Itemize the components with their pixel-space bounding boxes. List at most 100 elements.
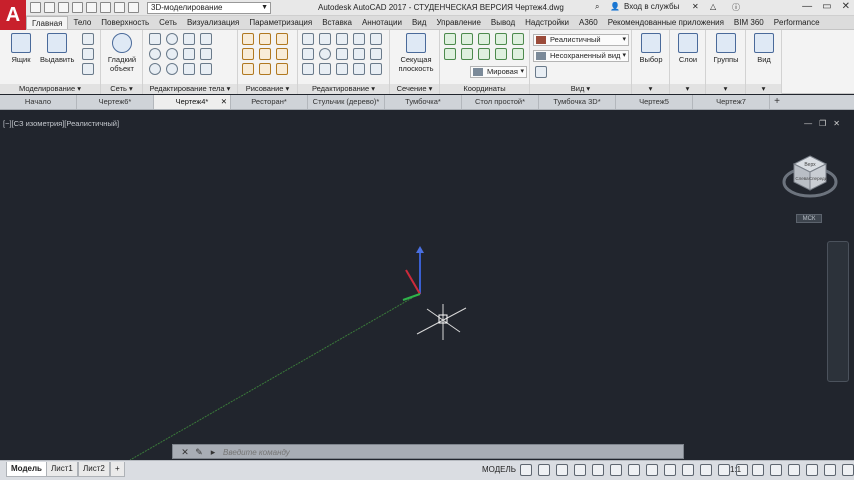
ucs-object-icon[interactable] [478, 48, 490, 60]
annotation-visibility-icon[interactable] [718, 464, 730, 476]
wrench-icon[interactable]: ✎ [194, 447, 204, 457]
smooth-object-button[interactable]: Гладкий объект [104, 33, 140, 73]
align-icon[interactable] [353, 33, 365, 45]
ribbon-tab[interactable]: Главная [26, 16, 69, 29]
union-icon[interactable] [149, 33, 161, 45]
line-icon[interactable] [242, 33, 254, 45]
command-input[interactable] [223, 447, 678, 457]
loft-icon[interactable] [82, 63, 94, 75]
selection-filter-icon[interactable] [682, 464, 694, 476]
trim-icon[interactable] [353, 48, 365, 60]
revolve-icon[interactable] [82, 48, 94, 60]
imprint-icon[interactable] [200, 48, 212, 60]
file-tab[interactable]: Чертеж6* [77, 95, 154, 109]
spline-icon[interactable] [242, 48, 254, 60]
file-tab[interactable]: Стол простой* [462, 95, 539, 109]
file-tab[interactable]: Ресторан* [231, 95, 308, 109]
ucs-y-icon[interactable] [495, 33, 507, 45]
navigation-bar[interactable] [827, 241, 849, 382]
ortho-icon[interactable] [556, 464, 568, 476]
panel-label-view[interactable]: Вид ▾ [530, 84, 631, 94]
file-tab[interactable]: Тумбочка* [385, 95, 462, 109]
ucs-x-icon[interactable] [478, 33, 490, 45]
workspace-select[interactable]: 3D-моделирование ▼ [147, 2, 271, 14]
offset-icon[interactable] [302, 48, 314, 60]
3d-scale-icon[interactable] [370, 33, 382, 45]
ribbon-tab[interactable]: Надстройки [520, 16, 574, 29]
shell-icon[interactable] [183, 63, 195, 75]
panel-label-section[interactable]: Сечение ▾ [390, 84, 439, 94]
object-snap-icon[interactable] [628, 464, 640, 476]
redo-icon[interactable] [128, 2, 139, 13]
extrude-button[interactable]: Выдавить [40, 33, 74, 64]
rectangle-icon[interactable] [276, 63, 288, 75]
groups-button[interactable]: Группы [709, 33, 743, 64]
named-view-select[interactable]: Несохраненный вид ▾ [533, 50, 629, 62]
array-icon[interactable] [319, 48, 331, 60]
exchange-icon[interactable]: ✕ [692, 2, 699, 11]
panel-label-mesh[interactable]: Сеть ▾ [101, 84, 142, 94]
ribbon-tab[interactable]: Сеть [154, 16, 182, 29]
view-toggle-icon[interactable] [535, 66, 547, 78]
layers-button[interactable]: Слои [671, 33, 705, 64]
hardware-acceleration-icon[interactable] [806, 464, 818, 476]
ucs-origin-icon[interactable] [461, 33, 473, 45]
ribbon-tab[interactable]: Управление [431, 16, 485, 29]
view-button[interactable]: Вид [747, 33, 781, 64]
polyline-icon[interactable] [259, 33, 271, 45]
file-tab[interactable]: Стульчик (дерево)* [308, 95, 385, 109]
model-space-toggle[interactable]: МОДЕЛЬ [482, 465, 516, 474]
file-tab[interactable]: Чертеж4* ✕ [154, 95, 231, 109]
web-open-icon[interactable] [86, 2, 97, 13]
application-menu-logo[interactable]: A [0, 0, 26, 30]
layout-tab[interactable]: Модель [6, 462, 47, 477]
intersect-icon[interactable] [183, 33, 195, 45]
chamfer-icon[interactable] [336, 63, 348, 75]
layout-tab[interactable]: Лист1 [46, 462, 78, 477]
world-ucs-select[interactable]: Мировая ▾ [470, 66, 527, 78]
stretch-icon[interactable] [370, 63, 382, 75]
dynamic-ucs-icon[interactable] [664, 464, 676, 476]
panel-label-modify[interactable]: Редактирование ▾ [298, 84, 389, 94]
ribbon-tab[interactable]: Поверхность [96, 16, 154, 29]
3d-polyline-icon[interactable] [259, 48, 271, 60]
panel-label-modeling[interactable]: Моделирование ▾ [0, 84, 100, 94]
new-layout-icon[interactable]: + [110, 462, 125, 477]
ucs-face-icon[interactable] [495, 48, 507, 60]
explode-icon[interactable] [353, 63, 365, 75]
layout-tab[interactable]: Лист2 [78, 462, 110, 477]
ucs-zaxis-icon[interactable] [512, 48, 524, 60]
workspace-switch-icon[interactable] [770, 464, 782, 476]
grid-icon[interactable] [520, 464, 532, 476]
search-icon[interactable]: ⌕ [595, 2, 599, 12]
ribbon-tab[interactable]: Аннотации [357, 16, 407, 29]
ribbon-tab[interactable]: Визуализация [182, 16, 244, 29]
chamfer-edge-icon[interactable] [166, 63, 178, 75]
ribbon-tab[interactable]: Вид [407, 16, 431, 29]
file-tab[interactable]: Начало [0, 95, 77, 109]
a360-icon[interactable]: △ [710, 2, 716, 11]
new-tab-icon[interactable]: + [770, 95, 784, 109]
snap-icon[interactable] [538, 464, 550, 476]
3d-mirror-icon[interactable] [302, 33, 314, 45]
visual-style-select[interactable]: Реалистичный ▾ [533, 34, 629, 46]
ucs-view-icon[interactable] [461, 48, 473, 60]
copy-icon[interactable] [336, 48, 348, 60]
viewcube[interactable]: Верх Слева Спереди [780, 148, 840, 208]
ucs-icon[interactable] [444, 33, 456, 45]
panel-label-solid-edit[interactable]: Редактирование тела ▾ [143, 84, 237, 94]
polygon-icon[interactable] [242, 63, 254, 75]
subtract-icon[interactable] [166, 33, 178, 45]
file-tab[interactable]: Чертеж5 [616, 95, 693, 109]
ribbon-tab[interactable]: A360 [574, 16, 603, 29]
maximize-icon[interactable]: ▭ [822, 1, 831, 12]
save-icon[interactable] [58, 2, 69, 13]
box-button[interactable]: Ящик [4, 33, 38, 64]
polar-icon[interactable] [574, 464, 586, 476]
print-icon[interactable] [100, 2, 111, 13]
annotation-scale[interactable]: 1:1 [730, 465, 741, 474]
file-tab[interactable]: Чертеж7 [693, 95, 770, 109]
minimize-icon[interactable]: — [802, 1, 812, 12]
save-as-icon[interactable] [72, 2, 83, 13]
arc-icon[interactable] [276, 33, 288, 45]
